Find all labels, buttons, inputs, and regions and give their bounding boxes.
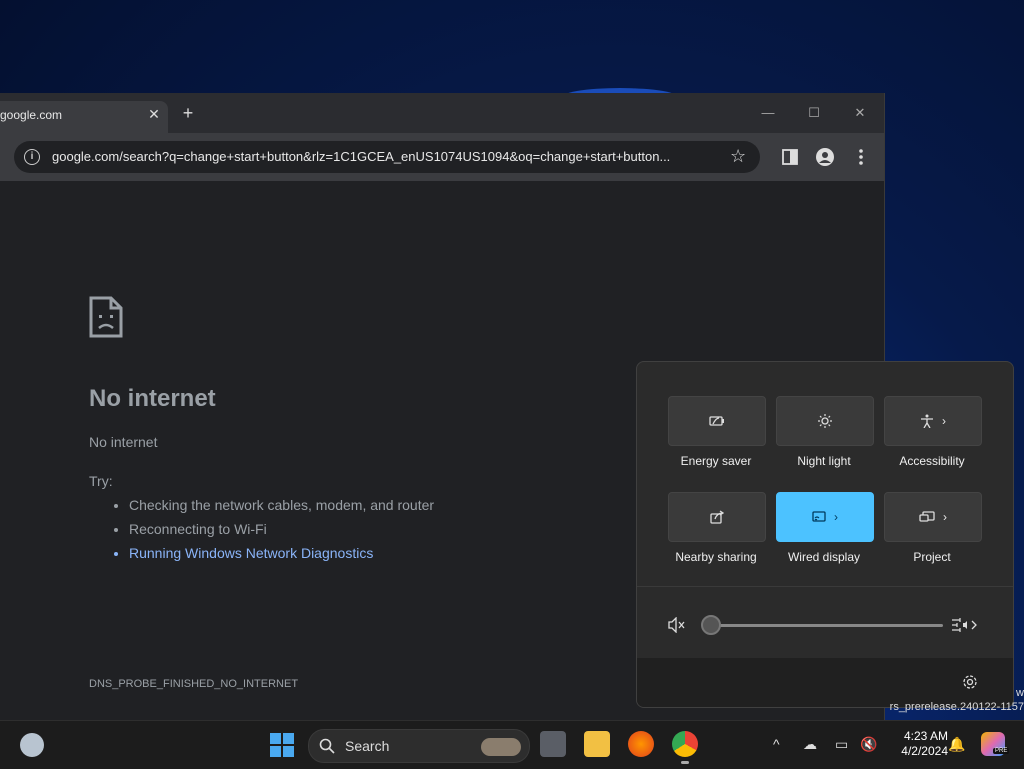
chevron-right-icon: ›: [942, 414, 946, 428]
audio-output-icon[interactable]: [951, 617, 977, 633]
tile-label-energy-saver: Energy saver: [680, 454, 752, 468]
network-diagnostics-link[interactable]: Running Windows Network Diagnostics: [129, 545, 434, 569]
onedrive-offline-icon[interactable]: ☁: [803, 736, 817, 753]
error-code: DNS_PROBE_FINISHED_NO_INTERNET: [89, 678, 299, 690]
tile-label-night-light: Night light: [797, 454, 851, 468]
volume-slider-track[interactable]: [709, 624, 943, 627]
quick-settings-divider: [637, 586, 1013, 587]
night-light-tile[interactable]: [776, 396, 874, 446]
volume-muted-icon[interactable]: [668, 617, 686, 633]
quick-settings-panel: › Energy saver Night light Accessibility…: [636, 361, 1014, 708]
wired-display-icon: [812, 511, 826, 522]
file-explorer-icon[interactable]: [584, 731, 610, 757]
tab-active[interactable]: google.com ✕: [0, 101, 168, 133]
energy-saver-tile[interactable]: [668, 396, 766, 446]
tile-label-project: Project: [913, 550, 951, 564]
try-label: Try:: [89, 473, 113, 489]
nearby-sharing-tile[interactable]: [668, 492, 766, 542]
taskbar: Search ^ ☁ ▭ 🔇 4:23 AM 4/2/2024 🔔 PRE: [0, 720, 1024, 769]
wired-display-tile[interactable]: ›: [776, 492, 874, 542]
tile-label-accessibility: Accessibility: [899, 454, 965, 468]
copilot-pre-badge: PRE: [993, 748, 1010, 754]
address-bar[interactable]: i google.com/search?q=change+start+butto…: [14, 141, 760, 173]
project-tile[interactable]: ›: [884, 492, 982, 542]
tab-bar: google.com ✕ + — ☐ ✕: [0, 93, 884, 133]
running-app-indicator: [681, 761, 689, 764]
tab-close-icon[interactable]: ✕: [145, 105, 163, 123]
search-label: Search: [345, 738, 390, 754]
search-icon: [319, 738, 335, 754]
minimize-icon[interactable]: —: [753, 101, 783, 125]
browser-toolbar: i google.com/search?q=change+start+butto…: [0, 133, 884, 181]
tile-label-wired-display: Wired display: [787, 550, 861, 564]
notification-bell-icon[interactable]: 🔔: [948, 736, 965, 753]
night-light-icon: [818, 414, 832, 428]
project-icon: [919, 511, 935, 522]
error-subtitle: No internet: [89, 434, 158, 450]
search-highlight-image: [481, 738, 521, 756]
suggestion-check-cables: Checking the network cables, modem, and …: [129, 497, 434, 521]
url-text[interactable]: google.com/search?q=change+start+button&…: [52, 149, 724, 164]
firefox-icon[interactable]: [628, 731, 654, 757]
taskbar-clock[interactable]: 4:23 AM 4/2/2024: [888, 729, 948, 759]
task-view-icon[interactable]: [540, 731, 566, 757]
nearby-sharing-icon: [710, 510, 724, 524]
suggestion-reconnect-wifi: Reconnecting to Wi-Fi: [129, 521, 434, 545]
bookmark-star-icon[interactable]: ☆: [730, 146, 746, 167]
show-hidden-icons-chevron-icon[interactable]: ^: [773, 736, 780, 752]
clock-date: 4/2/2024: [901, 744, 948, 758]
tile-label-nearby-sharing: Nearby sharing: [675, 550, 757, 564]
network-disconnected-icon[interactable]: ▭: [835, 736, 848, 753]
suggestion-list: Checking the network cables, modem, and …: [112, 497, 434, 569]
browser-menu-icon[interactable]: [851, 147, 871, 167]
accessibility-icon: [921, 414, 933, 428]
close-window-icon[interactable]: ✕: [845, 101, 875, 125]
site-info-icon[interactable]: i: [24, 149, 40, 165]
volume-muted-tray-icon[interactable]: 🔇: [860, 736, 877, 753]
clock-time: 4:23 AM: [903, 729, 948, 743]
start-button-icon[interactable]: [270, 733, 294, 757]
volume-slider-thumb[interactable]: [701, 615, 721, 635]
taskbar-search-box[interactable]: Search: [308, 729, 530, 763]
side-panel-icon[interactable]: [780, 147, 800, 167]
chrome-icon[interactable]: [672, 731, 698, 757]
accessibility-tile[interactable]: ›: [884, 396, 982, 446]
maximize-icon[interactable]: ☐: [799, 101, 829, 125]
new-tab-icon[interactable]: +: [178, 103, 198, 123]
tab-title: google.com: [0, 108, 63, 122]
profile-avatar-icon[interactable]: [815, 147, 835, 167]
chevron-right-icon: ›: [943, 510, 947, 524]
chevron-right-icon: ›: [834, 510, 838, 524]
build-watermark: w rs_prerelease.240122-1157: [884, 686, 1024, 714]
energy-saver-icon: [709, 416, 724, 426]
sad-document-icon: [89, 296, 123, 338]
watermark-line-2: rs_prerelease.240122-1157: [889, 701, 1024, 713]
watermark-line-1: w: [1016, 687, 1024, 699]
weather-widget-icon[interactable]: [20, 733, 44, 757]
error-title: No internet: [89, 385, 216, 412]
